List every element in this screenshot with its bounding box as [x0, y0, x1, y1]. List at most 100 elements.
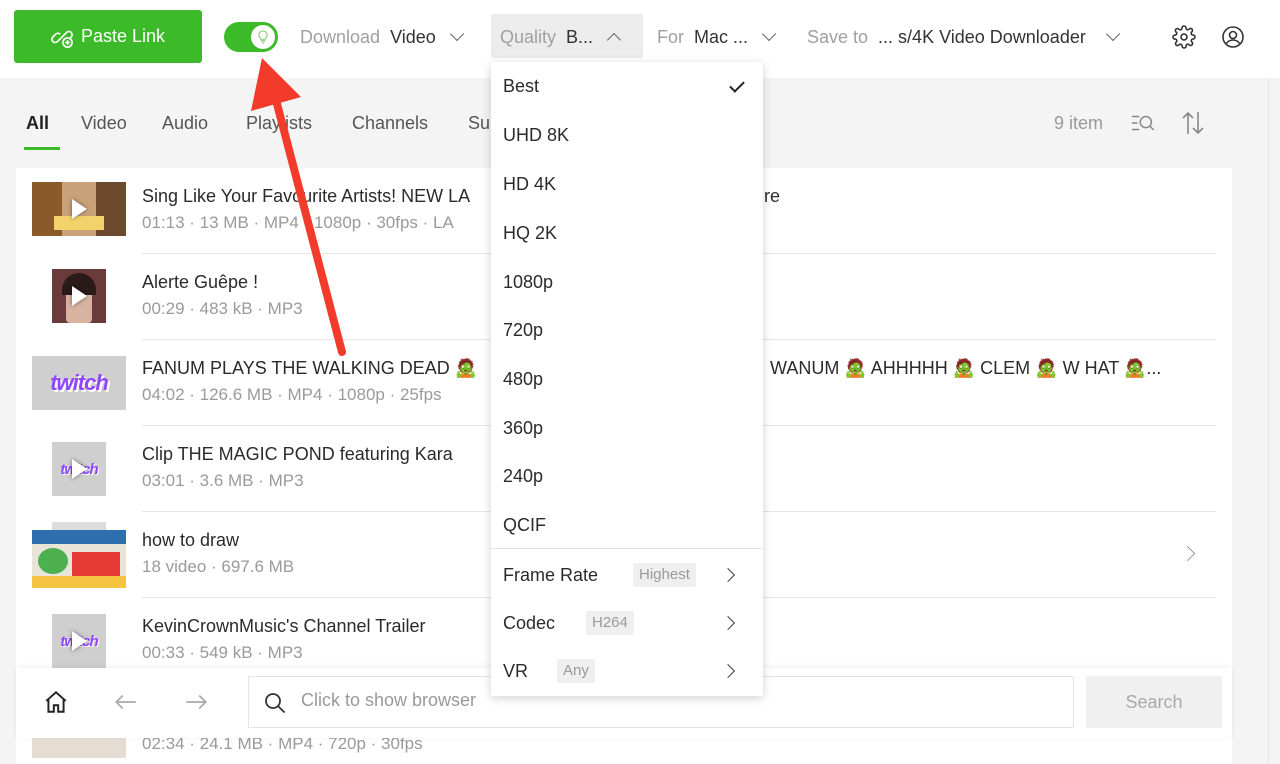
item-title: how to draw	[142, 530, 240, 550]
chevron-down-icon	[1105, 26, 1120, 42]
quality-option-720p[interactable]: 720p	[503, 320, 543, 341]
arrow-right-icon	[186, 694, 207, 710]
checkmark-icon	[729, 77, 745, 93]
quality-label: Quality	[500, 26, 557, 47]
play-icon	[71, 199, 87, 219]
home-button[interactable]	[42, 688, 70, 716]
item-meta: 04:02 · 126.6 MB · MP4 · 1080p · 25fps	[142, 385, 442, 404]
toggle-knob	[251, 25, 275, 49]
list-search-icon	[1131, 115, 1155, 131]
save-to-label: Save to	[807, 26, 869, 47]
item-meta: 01:13 · 13 MB · MP4 · 1080p · 30fps · LA	[142, 213, 454, 232]
twitch-logo: twitch	[50, 370, 109, 395]
twitch-thumbnail: twitch	[52, 442, 106, 496]
playlist-thumbnail	[32, 530, 126, 588]
sort-button[interactable]	[1180, 110, 1206, 136]
tab-channels[interactable]: Channels	[352, 113, 428, 134]
item-meta: 03:01 · 3.6 MB · MP3	[142, 471, 304, 490]
quality-option-360p[interactable]: 360p	[503, 418, 543, 439]
home-icon	[45, 690, 67, 713]
menu-divider	[491, 548, 763, 549]
for-value: Mac ...	[694, 26, 749, 47]
save-location-select[interactable]: Save to ... s/4K Video Downloader	[807, 24, 1120, 50]
search-icon	[265, 693, 286, 714]
quality-option-hd-4k[interactable]: HD 4K	[503, 174, 556, 195]
partially-visible-list-item: 02:34 · 24.1 MB · MP4 · 720p · 30fps	[0, 734, 1280, 764]
frame-rate-submenu[interactable]: Frame Rate Highest	[503, 563, 751, 589]
frame-rate-label: Frame Rate	[503, 565, 599, 585]
twitch-thumbnail: twitch	[52, 614, 106, 668]
chevron-down-icon	[761, 26, 777, 42]
play-icon	[71, 459, 87, 479]
download-label: Download	[300, 26, 381, 47]
tab-subscriptions[interactable]: Su	[468, 113, 490, 134]
vr-label: VR	[503, 661, 529, 681]
vr-badge: Any	[557, 659, 595, 683]
quality-option-480p[interactable]: 480p	[503, 369, 543, 390]
twitch-thumbnail: twitch	[32, 356, 126, 410]
chevron-right-icon	[720, 567, 736, 583]
paste-link-button[interactable]: Paste Link	[14, 10, 202, 63]
chevron-down-icon	[449, 26, 464, 42]
paste-link-label: Paste Link	[80, 26, 166, 46]
sort-icon	[1182, 111, 1204, 135]
chevron-right-icon	[720, 663, 736, 679]
frame-rate-badge: Highest	[633, 563, 696, 587]
item-title: Sing Like Your Favourite Artists! NEW LA	[142, 186, 471, 206]
account-button[interactable]	[1220, 24, 1246, 50]
tab-all[interactable]: All	[26, 113, 49, 134]
download-value: Video	[390, 26, 436, 47]
video-thumbnail	[52, 269, 106, 323]
link-add-icon	[51, 30, 73, 48]
quality-value: B...	[566, 26, 594, 47]
tab-playlists[interactable]: Playlists	[246, 113, 312, 134]
quality-option-1080p[interactable]: 1080p	[503, 272, 553, 293]
quality-option-uhd-8k[interactable]: UHD 8K	[503, 125, 569, 146]
video-thumbnail	[32, 738, 126, 758]
quality-select[interactable]: Quality B...	[500, 24, 622, 50]
playlist-stack	[52, 522, 106, 530]
chevron-up-icon	[606, 32, 622, 48]
for-label: For	[657, 26, 684, 47]
forward-button[interactable]	[182, 688, 210, 716]
window-edge	[1268, 78, 1280, 764]
item-title: Clip THE MAGIC POND featuring Kara	[142, 444, 453, 464]
item-title: KevinCrownMusic's Channel Trailer	[142, 616, 426, 636]
codec-submenu[interactable]: Codec H264	[503, 611, 751, 637]
item-meta: 18 video · 697.6 MB	[142, 557, 295, 576]
gear-icon	[1172, 25, 1196, 49]
item-title: FANUM PLAYS THE WALKING DEAD 🧟	[142, 358, 478, 378]
play-icon	[71, 631, 87, 651]
back-button[interactable]	[112, 688, 140, 716]
item-title-tail: WANUM 🧟 AHHHHH 🧟 CLEM 🧟 W HAT 🧟...	[770, 358, 1162, 378]
settings-button[interactable]	[1171, 24, 1197, 50]
vr-submenu[interactable]: VR Any	[503, 659, 751, 685]
quality-option-hq-2k[interactable]: HQ 2K	[503, 223, 557, 244]
chevron-right-icon	[720, 615, 736, 631]
item-title: Alerte Guêpe !	[142, 272, 259, 292]
item-meta: 00:33 · 549 kB · MP3	[142, 643, 303, 662]
video-thumbnail	[32, 182, 126, 236]
items-count: 9 item	[1054, 113, 1104, 133]
quality-option-240p[interactable]: 240p	[503, 466, 543, 487]
tab-audio[interactable]: Audio	[162, 113, 208, 134]
arrow-left-icon	[115, 694, 136, 710]
quality-dropdown-menu: Best UHD 8K HD 4K HQ 2K 1080p 720p 480p …	[491, 62, 763, 696]
item-title-tail: re	[764, 186, 781, 206]
quality-option-best[interactable]: Best	[503, 76, 753, 106]
tab-video[interactable]: Video	[81, 113, 127, 134]
item-meta: 00:29 · 483 kB · MP3	[142, 299, 303, 318]
save-to-value: ... s/4K Video Downloader	[878, 26, 1086, 47]
codec-badge: H264	[586, 611, 634, 635]
option-label: Best	[503, 76, 540, 96]
smart-mode-toggle[interactable]	[224, 22, 278, 52]
active-tab-indicator	[24, 147, 60, 150]
quality-option-qcif[interactable]: QCIF	[503, 515, 546, 536]
platform-select[interactable]: For Mac ...	[657, 24, 777, 50]
codec-label: Codec	[503, 613, 556, 633]
account-icon	[1222, 26, 1244, 48]
download-type-select[interactable]: Download Video	[300, 24, 464, 50]
play-icon	[71, 286, 87, 306]
search-list-button[interactable]	[1130, 110, 1156, 136]
search-button[interactable]: Search	[1086, 676, 1222, 728]
